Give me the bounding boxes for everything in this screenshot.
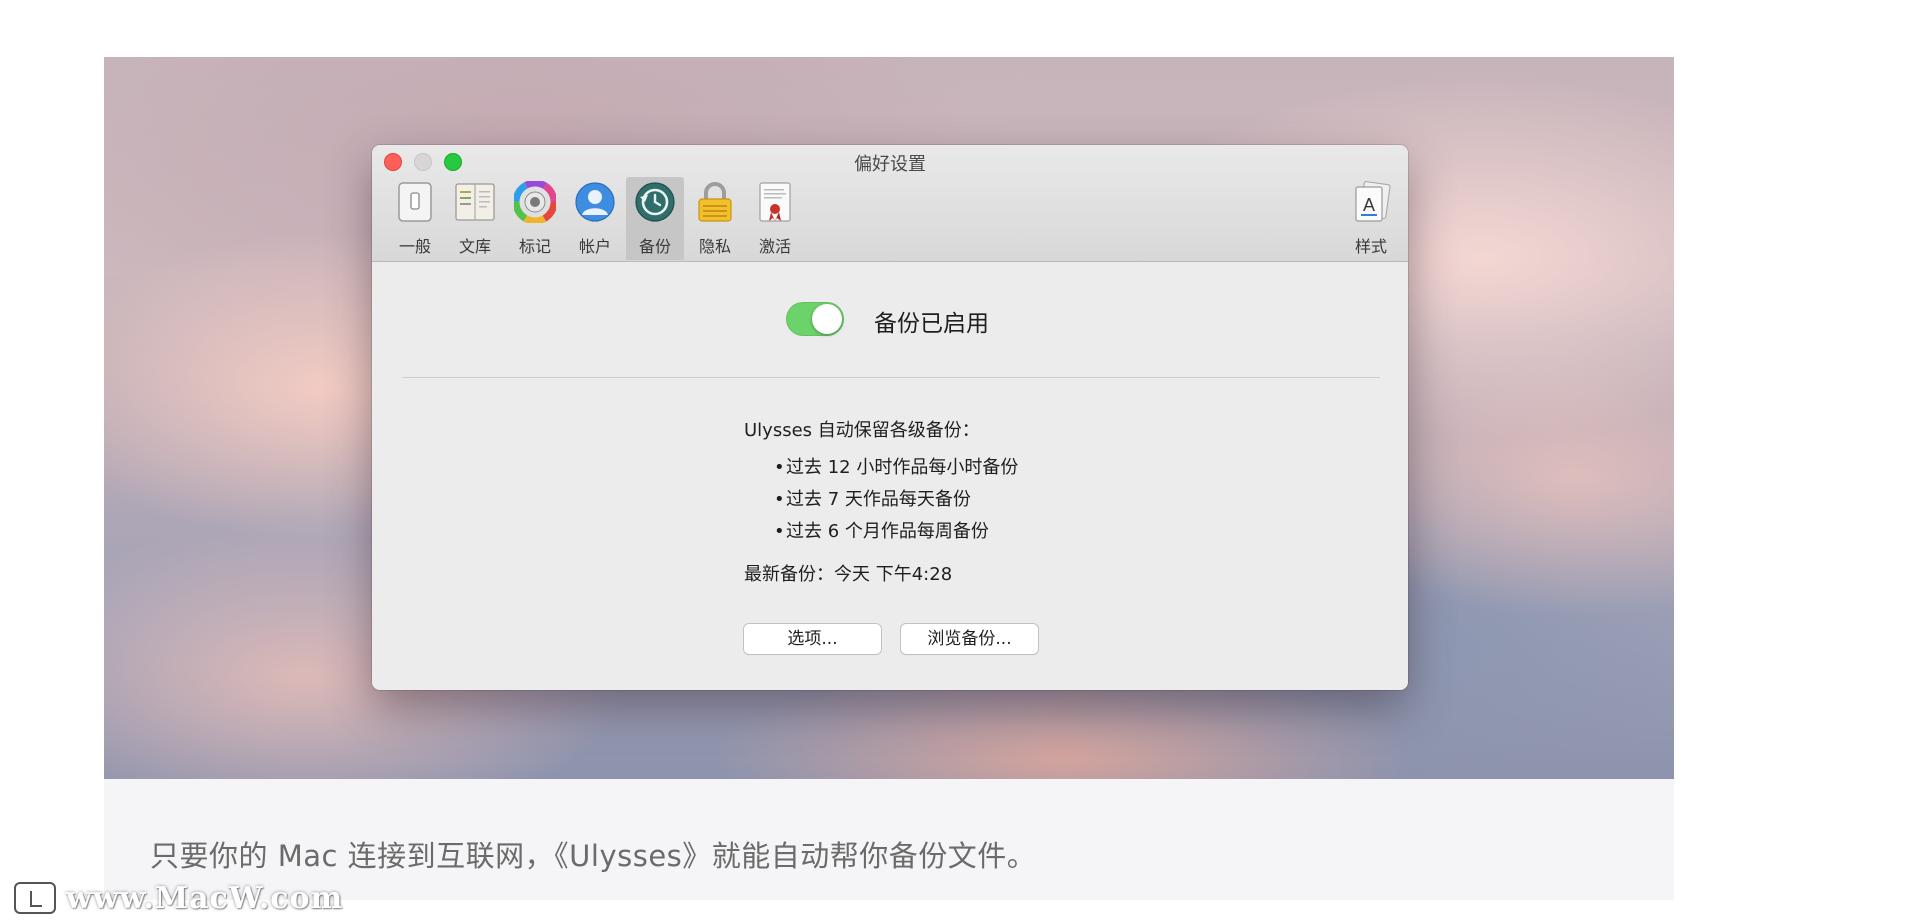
toolbar-item-library[interactable]: 文库 xyxy=(446,177,504,260)
list-item: 过去 6 个月作品每周备份 xyxy=(774,518,1018,550)
toolbar-item-privacy[interactable]: 隐私 xyxy=(686,177,744,260)
general-switch-icon xyxy=(398,182,432,222)
divider xyxy=(402,377,1380,378)
backup-toggle-label: 备份已启用 xyxy=(874,311,989,337)
toggle-knob xyxy=(812,304,842,334)
toolbar-item-general[interactable]: 一般 xyxy=(386,177,444,260)
library-book-icon xyxy=(455,183,495,221)
svg-text:A: A xyxy=(1363,195,1375,215)
backup-schedule-list: 过去 12 小时作品每小时备份 过去 7 天作品每天备份 过去 6 个月作品每周… xyxy=(774,454,1018,550)
toolbar-item-account[interactable]: 帐户 xyxy=(566,177,624,260)
style-document-icon: A xyxy=(1355,181,1391,222)
watermark: www.MacW.com xyxy=(14,878,343,918)
toolbar-label-library: 文库 xyxy=(458,237,491,256)
caption-text: 只要你的 Mac 连接到互联网，《Ulysses》就能自动帮你备份文件。 xyxy=(150,839,1037,873)
browse-backups-button[interactable]: 浏览备份... xyxy=(901,624,1038,654)
options-button[interactable]: 选项... xyxy=(744,624,881,654)
list-item: 过去 12 小时作品每小时备份 xyxy=(774,454,1018,486)
window-title: 偏好设置 xyxy=(854,154,926,175)
backup-info-title: Ulysses 自动保留各级备份： xyxy=(744,420,980,441)
backup-pane: 备份已启用 Ulysses 自动保留各级备份： 过去 12 小时作品每小时备份 … xyxy=(372,262,1408,690)
list-item: 过去 7 天作品每天备份 xyxy=(774,486,1018,518)
privacy-lock-icon xyxy=(698,182,732,222)
toolbar-item-activation[interactable]: 激活 xyxy=(746,177,804,260)
toolbar-label-general: 一般 xyxy=(398,237,431,256)
toolbar-label-account: 帐户 xyxy=(578,237,611,256)
preferences-window: 偏好设置 一般 文库 标记 帐户 备份 隐私 激活 A 样式 备份已启用 Uly… xyxy=(372,145,1408,690)
macw-logo-icon xyxy=(14,882,56,914)
watermark-text: www.MacW.com xyxy=(66,880,344,916)
activation-certificate-icon xyxy=(759,182,791,222)
toolbar-item-style[interactable]: A 样式 xyxy=(1342,177,1400,260)
latest-backup-text: 最新备份：今天 下午4:28 xyxy=(744,564,953,585)
account-user-icon xyxy=(575,182,615,222)
toolbar-label-style: 样式 xyxy=(1354,237,1387,256)
toolbar-label-activation: 激活 xyxy=(758,237,791,256)
color-wheel-icon xyxy=(514,181,556,223)
toolbar-item-markup[interactable]: 标记 xyxy=(506,177,564,260)
toolbar-label-backup: 备份 xyxy=(638,237,671,256)
backup-clock-icon xyxy=(635,182,675,222)
toolbar-label-markup: 标记 xyxy=(518,237,551,256)
toolbar-item-backup[interactable]: 备份 xyxy=(626,177,684,260)
window-titlebar: 偏好设置 一般 文库 标记 帐户 备份 隐私 激活 A 样式 xyxy=(372,145,1408,262)
backup-toggle[interactable] xyxy=(786,302,844,336)
toolbar-label-privacy: 隐私 xyxy=(698,237,731,256)
